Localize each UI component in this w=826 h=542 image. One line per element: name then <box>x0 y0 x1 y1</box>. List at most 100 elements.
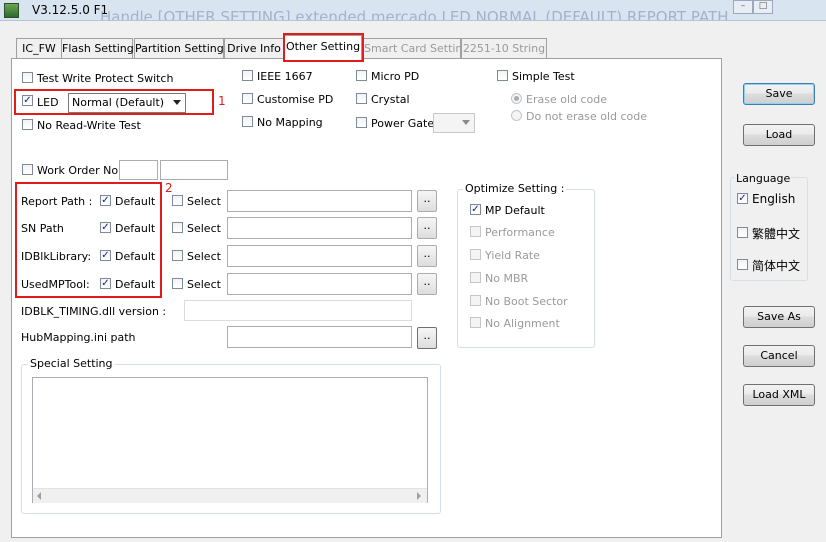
no-mapping-checkbox[interactable] <box>242 116 253 127</box>
ieee-1667-checkbox[interactable] <box>242 70 253 81</box>
simple-test-checkbox[interactable] <box>497 70 508 81</box>
mp-default-checkbox[interactable]: ✓ <box>470 204 481 215</box>
simplified-chinese-checkbox[interactable] <box>737 259 748 270</box>
save-button[interactable]: Save <box>743 83 815 105</box>
micro-pd-checkbox[interactable] <box>356 70 367 81</box>
simple-test-label: Simple Test <box>512 70 575 83</box>
usedmptool-input[interactable] <box>227 273 412 295</box>
report-path-input[interactable] <box>227 190 412 212</box>
no-alignment-label: No Alignment <box>485 317 560 330</box>
report-path-default-checkbox[interactable]: ✓ <box>100 195 111 206</box>
traditional-chinese-checkbox[interactable] <box>737 227 748 238</box>
minimize-icon[interactable]: – <box>733 0 753 14</box>
simplified-chinese-label: 简体中文 <box>752 259 801 273</box>
tab-smart-card-setting[interactable]: Smart Card Setting <box>363 38 469 59</box>
usedmptool-select-checkbox[interactable] <box>172 278 183 289</box>
tab-ic-fw[interactable]: IC_FW <box>16 38 62 59</box>
hubmapping-browse-button[interactable]: .. <box>417 327 437 349</box>
customise-pd-checkbox[interactable] <box>242 93 253 104</box>
ieee-1667-label: IEEE 1667 <box>257 70 313 83</box>
report-path-select-checkbox[interactable] <box>172 195 183 206</box>
sn-path-label: SN Path <box>21 222 64 235</box>
scroll-left-icon[interactable] <box>37 492 41 500</box>
power-gate-label: Power Gate <box>371 117 435 130</box>
background-ghost-text: Handle [OTHER SETTING] extended mercado … <box>100 8 729 21</box>
idblklibrary-label: IDBlkLibrary: <box>21 250 92 263</box>
app-icon <box>4 3 19 18</box>
annotation-marker-2: 2 <box>165 181 173 195</box>
save-as-button[interactable]: Save As <box>743 306 815 328</box>
idblklibrary-select-checkbox[interactable] <box>172 250 183 261</box>
load-button[interactable]: Load <box>743 124 815 146</box>
report-path-default-label: Default <box>115 195 156 208</box>
usedmptool-browse-button[interactable]: .. <box>417 273 437 295</box>
tab-partition-setting[interactable]: Partition Setting <box>134 38 224 59</box>
customise-pd-label: Customise PD <box>257 93 334 106</box>
no-read-write-test-checkbox[interactable] <box>22 119 33 130</box>
do-not-erase-old-code-radio[interactable] <box>511 110 522 121</box>
idblklibrary-default-checkbox[interactable]: ✓ <box>100 250 111 261</box>
usedmptool-default-label: Default <box>115 278 156 291</box>
crystal-checkbox[interactable] <box>356 93 367 104</box>
power-gate-checkbox[interactable] <box>356 117 367 128</box>
work-order-input-1[interactable] <box>119 160 158 180</box>
no-alignment-checkbox[interactable] <box>470 317 481 328</box>
maximize-icon[interactable]: □ <box>753 0 773 14</box>
usedmptool-select-label: Select <box>187 278 221 291</box>
title-bar: V3.12.5.0 F1 Handle [OTHER SETTING] exte… <box>0 0 826 21</box>
yield-rate-checkbox[interactable] <box>470 249 481 260</box>
special-setting-textarea[interactable] <box>32 377 428 503</box>
work-order-checkbox[interactable] <box>22 164 33 175</box>
language-title: Language <box>735 172 792 185</box>
work-order-label: Work Order No. <box>37 164 122 177</box>
no-boot-sector-label: No Boot Sector <box>485 295 568 308</box>
scroll-right-icon[interactable] <box>417 492 421 500</box>
performance-checkbox[interactable] <box>470 226 481 237</box>
no-mbr-label: No MBR <box>485 272 529 285</box>
erase-old-code-radio[interactable] <box>511 93 522 104</box>
idblklibrary-browse-button[interactable]: .. <box>417 245 437 267</box>
cancel-button[interactable]: Cancel <box>743 345 815 367</box>
no-mbr-checkbox[interactable] <box>470 272 481 283</box>
power-gate-select[interactable] <box>433 113 475 133</box>
tab-drive-info[interactable]: Drive Info <box>224 38 284 59</box>
tab-other-setting[interactable]: Other Setting <box>284 35 362 60</box>
no-mapping-label: No Mapping <box>257 116 323 129</box>
sn-path-default-checkbox[interactable]: ✓ <box>100 222 111 233</box>
hubmapping-input[interactable] <box>227 326 412 348</box>
tab-flash-setting[interactable]: Flash Setting <box>61 38 134 59</box>
usedmptool-default-checkbox[interactable]: ✓ <box>100 278 111 289</box>
english-checkbox[interactable]: ✓ <box>737 193 748 204</box>
no-read-write-test-label: No Read-Write Test <box>37 119 141 132</box>
sn-path-browse-button[interactable]: .. <box>417 217 437 239</box>
led-checkbox[interactable]: ✓ <box>22 95 33 106</box>
sn-path-select-label: Select <box>187 222 221 235</box>
test-write-protect-checkbox[interactable] <box>22 72 33 83</box>
sn-path-select-checkbox[interactable] <box>172 222 183 233</box>
crystal-label: Crystal <box>371 93 410 106</box>
english-label: English <box>752 192 796 206</box>
chevron-down-icon <box>173 100 181 105</box>
idblk-version-label: IDBLK_TIMING.dll version : <box>21 305 167 318</box>
idblklibrary-input[interactable] <box>227 245 412 267</box>
hubmapping-label: HubMapping.ini path <box>21 331 136 344</box>
tab-2251-10-string[interactable]: 2251-10 String <box>461 38 547 59</box>
annotation-marker-1: 1 <box>218 94 226 108</box>
traditional-chinese-label: 繁體中文 <box>752 227 801 241</box>
led-mode-select[interactable]: Normal (Default) <box>68 93 186 113</box>
no-boot-sector-checkbox[interactable] <box>470 295 481 306</box>
performance-label: Performance <box>485 226 555 239</box>
erase-old-code-label: Erase old code <box>526 93 608 106</box>
special-setting-scrollbar[interactable] <box>33 488 427 503</box>
chevron-down-icon <box>462 120 470 125</box>
window-title: V3.12.5.0 F1 <box>32 3 109 17</box>
idblklibrary-select-label: Select <box>187 250 221 263</box>
optimize-setting-title: Optimize Setting : <box>463 182 567 195</box>
work-order-input-2[interactable] <box>160 160 228 180</box>
sn-path-input[interactable] <box>227 217 412 239</box>
load-xml-button[interactable]: Load XML <box>743 384 815 406</box>
yield-rate-label: Yield Rate <box>485 249 540 262</box>
sn-path-default-label: Default <box>115 222 156 235</box>
usedmptool-label: UsedMPTool: <box>21 278 90 291</box>
report-path-browse-button[interactable]: .. <box>417 190 437 212</box>
